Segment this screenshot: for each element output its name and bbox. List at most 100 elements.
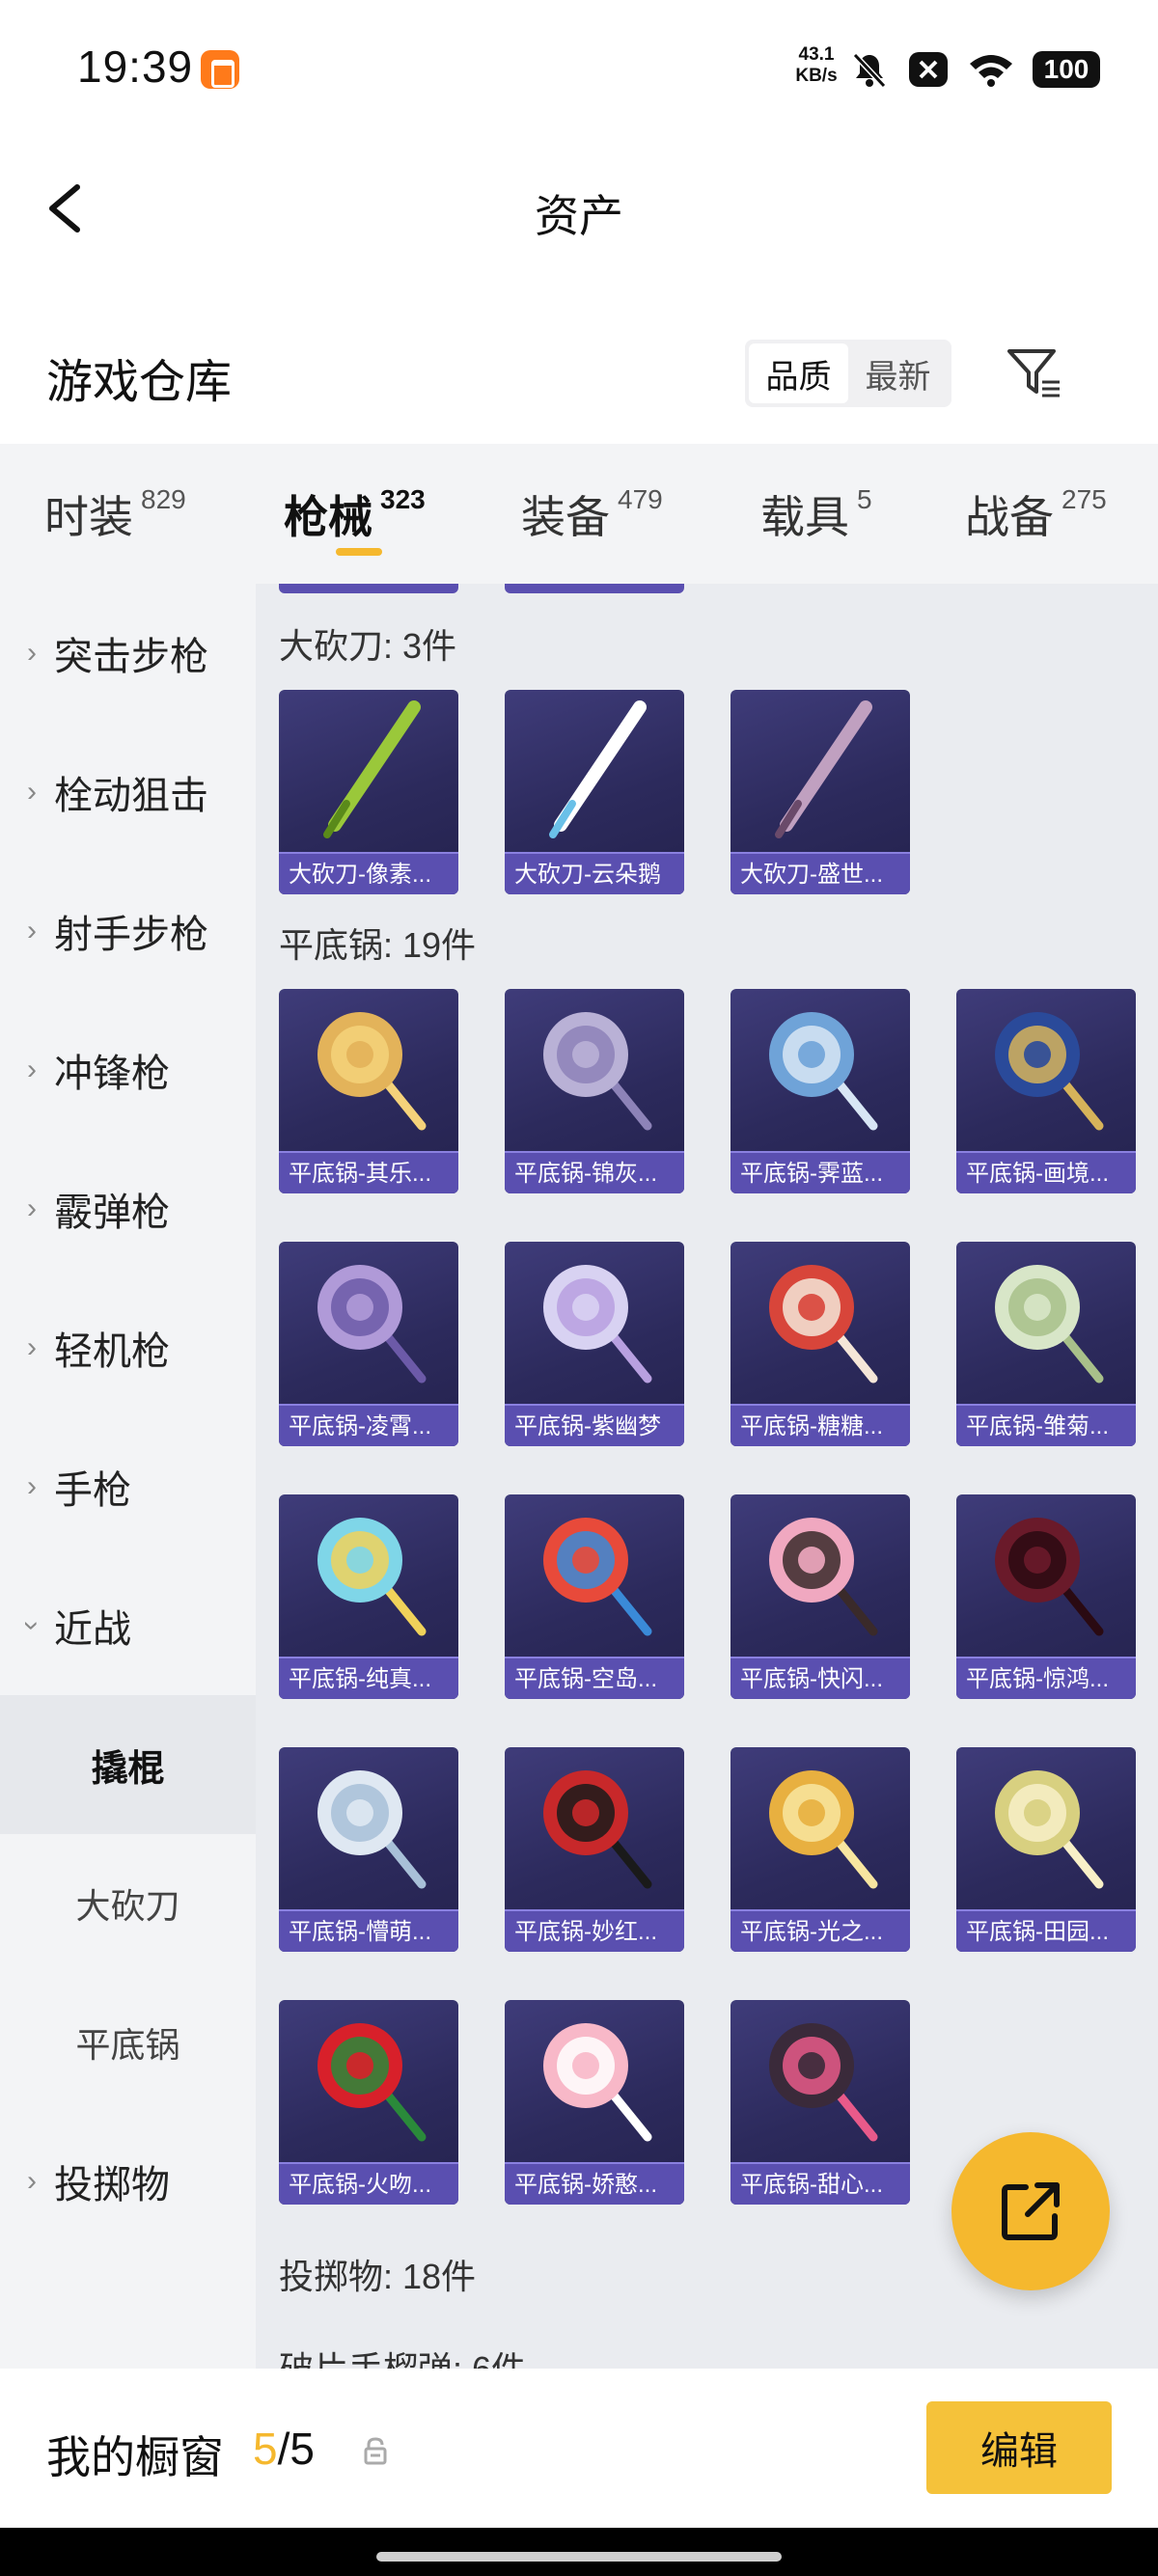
battery-icon: 100 bbox=[1033, 51, 1100, 88]
sort-newest-button[interactable]: 最新 bbox=[848, 343, 948, 403]
item-name: 大砍刀-云朵鹅 bbox=[505, 852, 684, 894]
tab-combat-supplies[interactable]: 战备 275 bbox=[965, 482, 1107, 546]
item-name: 平底锅-锦灰... bbox=[505, 1151, 684, 1193]
sidebar-item-lmg[interactable]: › 轻机枪 bbox=[0, 1278, 256, 1417]
group-label-machete: 大砍刀: 3件 bbox=[279, 626, 457, 666]
share-external-icon bbox=[1002, 2182, 1060, 2240]
mute-bell-icon bbox=[852, 52, 887, 89]
sidebar-subitem-pan[interactable]: 平底锅 bbox=[0, 1973, 256, 2112]
tab-firearms[interactable]: 枪械 323 bbox=[284, 482, 426, 546]
chevron-right-icon: › bbox=[27, 1192, 37, 1224]
item-artwork bbox=[769, 2023, 878, 2142]
item-artwork bbox=[543, 1518, 652, 1636]
chevron-right-icon: › bbox=[27, 1054, 37, 1085]
item-name: 平底锅-其乐... bbox=[279, 1151, 458, 1193]
item-card[interactable]: 平底锅-妙红... bbox=[505, 1747, 684, 1952]
item-name: 平底锅-懵萌... bbox=[279, 1909, 458, 1952]
item-card[interactable]: 平底锅-糖糖... bbox=[731, 1242, 910, 1446]
tab-count: 479 bbox=[618, 484, 663, 514]
app-screen: 19:39 43.1 KB/s 100 资产 游戏仓库 品质 最新 时装 829… bbox=[0, 0, 1158, 2576]
weapon-type-sidebar: › 突击步枪 › 栓动狙击 › 射手步枪 › 冲锋枪 › 霰弹枪 › 轻机枪 ›… bbox=[0, 584, 256, 2369]
item-card[interactable]: 平底锅-田园... bbox=[956, 1747, 1136, 1952]
item-card[interactable]: 大砍刀-像素... bbox=[279, 690, 458, 894]
item-card[interactable]: 大砍刀-盛世... bbox=[731, 690, 910, 894]
item-artwork bbox=[543, 1265, 652, 1384]
sidebar-item-bolt-sniper[interactable]: › 栓动狙击 bbox=[0, 723, 256, 862]
item-artwork bbox=[317, 2023, 427, 2142]
chevron-right-icon: › bbox=[27, 1331, 37, 1363]
sidebar-item-label: 冲锋枪 bbox=[54, 1053, 170, 1095]
item-card[interactable]: 平底锅-娇憨... bbox=[505, 2000, 684, 2205]
warehouse-title: 游戏仓库 bbox=[46, 357, 233, 408]
sidebar-item-smg[interactable]: › 冲锋枪 bbox=[0, 1000, 256, 1139]
group-label-throwables: 投掷物: 18件 bbox=[279, 2257, 477, 2296]
sidebar-item-shotgun[interactable]: › 霰弹枪 bbox=[0, 1139, 256, 1278]
tab-equipment[interactable]: 装备 479 bbox=[521, 482, 663, 546]
item-card[interactable]: 平底锅-锦灰... bbox=[505, 989, 684, 1193]
tab-count: 323 bbox=[380, 484, 426, 514]
item-artwork bbox=[317, 1770, 427, 1889]
category-tabs: 时装 829 枪械 323 装备 479 载具 5 战备 275 bbox=[0, 444, 1158, 584]
tab-vehicles[interactable]: 载具 5 bbox=[760, 482, 872, 546]
sidebar-item-pistol[interactable]: › 手枪 bbox=[0, 1417, 256, 1556]
item-name: 平底锅-惊鸿... bbox=[956, 1657, 1136, 1699]
item-card[interactable]: 平底锅-惊鸿... bbox=[956, 1494, 1136, 1699]
item-card[interactable]: 平底锅-凌霄... bbox=[279, 1242, 458, 1446]
sidebar-item-label: 投掷物 bbox=[54, 2164, 170, 2206]
item-card[interactable]: 平底锅-紫幽梦 bbox=[505, 1242, 684, 1446]
item-card-partial[interactable] bbox=[505, 584, 684, 593]
sidebar-subitem-crowbar[interactable]: 撬棍 bbox=[0, 1695, 256, 1834]
sidebar-item-throwables[interactable]: › 投掷物 bbox=[0, 2112, 256, 2251]
sidebar-item-melee[interactable]: › 近战 bbox=[0, 1556, 256, 1695]
sidebar-item-assault-rifle[interactable]: › 突击步枪 bbox=[0, 584, 256, 723]
item-card[interactable]: 平底锅-甜心... bbox=[731, 2000, 910, 2205]
share-button[interactable] bbox=[951, 2132, 1110, 2290]
status-icons: 100 bbox=[849, 46, 1100, 93]
tab-label: 装备 bbox=[521, 492, 610, 542]
item-card[interactable]: 平底锅-懵萌... bbox=[279, 1747, 458, 1952]
chevron-right-icon: › bbox=[27, 1470, 37, 1502]
item-card[interactable]: 平底锅-画境... bbox=[956, 989, 1136, 1193]
status-bar: 19:39 43.1 KB/s 100 bbox=[0, 0, 1158, 135]
sidebar-item-label: 近战 bbox=[54, 1608, 131, 1651]
showcase-count-total: /5 bbox=[277, 2424, 315, 2474]
item-artwork bbox=[317, 1518, 427, 1636]
sidebar-item-label: 突击步枪 bbox=[54, 636, 208, 678]
item-card[interactable]: 平底锅-霁蓝... bbox=[731, 989, 910, 1193]
sidebar-item-label: 轻机枪 bbox=[54, 1330, 170, 1373]
sort-quality-button[interactable]: 品质 bbox=[749, 343, 848, 403]
edit-button[interactable]: 编辑 bbox=[926, 2401, 1112, 2494]
home-indicator[interactable] bbox=[376, 2552, 782, 2562]
item-card[interactable]: 平底锅-光之... bbox=[731, 1747, 910, 1952]
item-artwork bbox=[995, 1518, 1104, 1636]
page-title: 资产 bbox=[535, 191, 623, 241]
network-speed-unit: KB/s bbox=[795, 66, 838, 86]
item-card[interactable]: 平底锅-雏菊... bbox=[956, 1242, 1136, 1446]
item-artwork bbox=[995, 1770, 1104, 1889]
chevron-right-icon: › bbox=[27, 915, 37, 946]
item-name: 平底锅-霁蓝... bbox=[731, 1151, 910, 1193]
sidebar-item-marksman-rifle[interactable]: › 射手步枪 bbox=[0, 862, 256, 1000]
tab-fashion[interactable]: 时装 829 bbox=[44, 482, 186, 546]
item-card[interactable]: 大砍刀-云朵鹅 bbox=[505, 690, 684, 894]
item-name: 平底锅-田园... bbox=[956, 1909, 1136, 1952]
item-card[interactable]: 平底锅-空岛... bbox=[505, 1494, 684, 1699]
item-artwork bbox=[549, 700, 647, 838]
tab-label: 载具 bbox=[760, 492, 849, 542]
item-card[interactable]: 平底锅-纯真... bbox=[279, 1494, 458, 1699]
item-name: 平底锅-雏菊... bbox=[956, 1404, 1136, 1446]
sidebar-subitem-machete[interactable]: 大砍刀 bbox=[0, 1834, 256, 1973]
item-artwork bbox=[995, 1265, 1104, 1384]
item-card[interactable]: 平底锅-火吻... bbox=[279, 2000, 458, 2205]
item-card-partial[interactable] bbox=[279, 584, 458, 593]
sidebar-item-label: 手枪 bbox=[54, 1469, 131, 1512]
tab-label: 战备 bbox=[965, 492, 1054, 542]
tab-count: 5 bbox=[857, 484, 872, 514]
item-artwork bbox=[317, 1012, 427, 1131]
showcase-bar: 我的橱窗 5/5 编辑 bbox=[0, 2369, 1158, 2528]
item-card[interactable]: 平底锅-其乐... bbox=[279, 989, 458, 1193]
filter-icon[interactable] bbox=[1004, 342, 1065, 403]
item-artwork bbox=[769, 1012, 878, 1131]
active-tab-indicator bbox=[336, 548, 382, 556]
item-card[interactable]: 平底锅-快闪... bbox=[731, 1494, 910, 1699]
